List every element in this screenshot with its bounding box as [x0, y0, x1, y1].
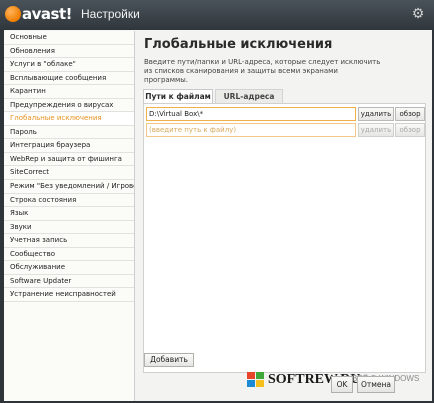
tab-urls[interactable]: URL-адреса	[215, 89, 283, 104]
sidebar-item-virus-alerts[interactable]: Предупреждения о вирусах	[4, 99, 134, 113]
sidebar-item-webrep[interactable]: WebRep и защита от фишинга	[4, 153, 134, 167]
cancel-button[interactable]: Отмена	[357, 376, 395, 393]
add-exclusion-button[interactable]: Добавить	[144, 353, 194, 367]
sidebar-item-troubleshooting[interactable]: Устранение неисправностей	[4, 288, 134, 302]
sidebar-item-popups[interactable]: Всплывающие сообщения	[4, 72, 134, 86]
page-title: Глобальные исключения	[144, 37, 333, 52]
settings-gear-icon[interactable]: ⚙	[410, 6, 426, 22]
sidebar-item-quarantine[interactable]: Карантин	[4, 85, 134, 99]
sidebar-item-basic[interactable]: Основные	[4, 31, 134, 45]
sidebar-item-language[interactable]: Язык	[4, 207, 134, 221]
sidebar-item-sitecorrect[interactable]: SiteCorrect	[4, 166, 134, 181]
sidebar-item-cloud-services[interactable]: Услуги в "облаке"	[4, 58, 134, 72]
path-input[interactable]: D:\Virtual Box\*	[146, 107, 356, 121]
sidebar-item-status-bar[interactable]: Строка состояния	[4, 194, 134, 208]
browse-button-disabled[interactable]: обзор	[395, 123, 425, 137]
ok-button[interactable]: OK	[331, 376, 353, 393]
sidebar-item-password[interactable]: Пароль	[4, 126, 134, 140]
path-input-empty[interactable]: (введите путь к файлу)	[146, 123, 356, 137]
windows-logo-icon	[247, 372, 265, 388]
sidebar-item-community[interactable]: Сообщество	[4, 248, 134, 262]
sidebar-item-browser-integration[interactable]: Интеграция браузера	[4, 139, 134, 153]
sidebar-item-software-updater[interactable]: Software Updater	[4, 275, 134, 289]
sidebar-item-sounds[interactable]: Звуки	[4, 221, 134, 235]
page-description: Введите пути/папки и URL-адреса, которые…	[144, 58, 381, 84]
sidebar-item-updates[interactable]: Обновления	[4, 45, 134, 59]
browse-button[interactable]: обзор	[395, 107, 425, 121]
sidebar-item-account[interactable]: Учетная запись	[4, 234, 134, 248]
settings-sidebar: Основные Обновления Услуги в "облаке" Вс…	[4, 31, 135, 401]
sidebar-item-maintenance[interactable]: Обслуживание	[4, 261, 134, 275]
sidebar-item-global-exclusions[interactable]: Глобальные исключения	[4, 112, 134, 126]
app-logo-text: avast!	[22, 5, 72, 23]
main-content: Глобальные исключения Введите пути/папки…	[136, 31, 432, 401]
remove-button[interactable]: удалить	[358, 107, 394, 121]
avast-logo-icon	[5, 6, 21, 22]
sidebar-item-silent-mode[interactable]: Режим "Без уведомлений / Игровой"	[4, 180, 134, 194]
remove-button-disabled: удалить	[358, 123, 394, 137]
exclusion-list-panel: D:\Virtual Box\* удалить обзор (введите …	[143, 103, 426, 373]
title-bar: avast! Настройки ⚙	[0, 0, 434, 30]
tab-file-paths[interactable]: Пути к файлам	[143, 89, 213, 104]
window-title: Настройки	[81, 7, 140, 21]
